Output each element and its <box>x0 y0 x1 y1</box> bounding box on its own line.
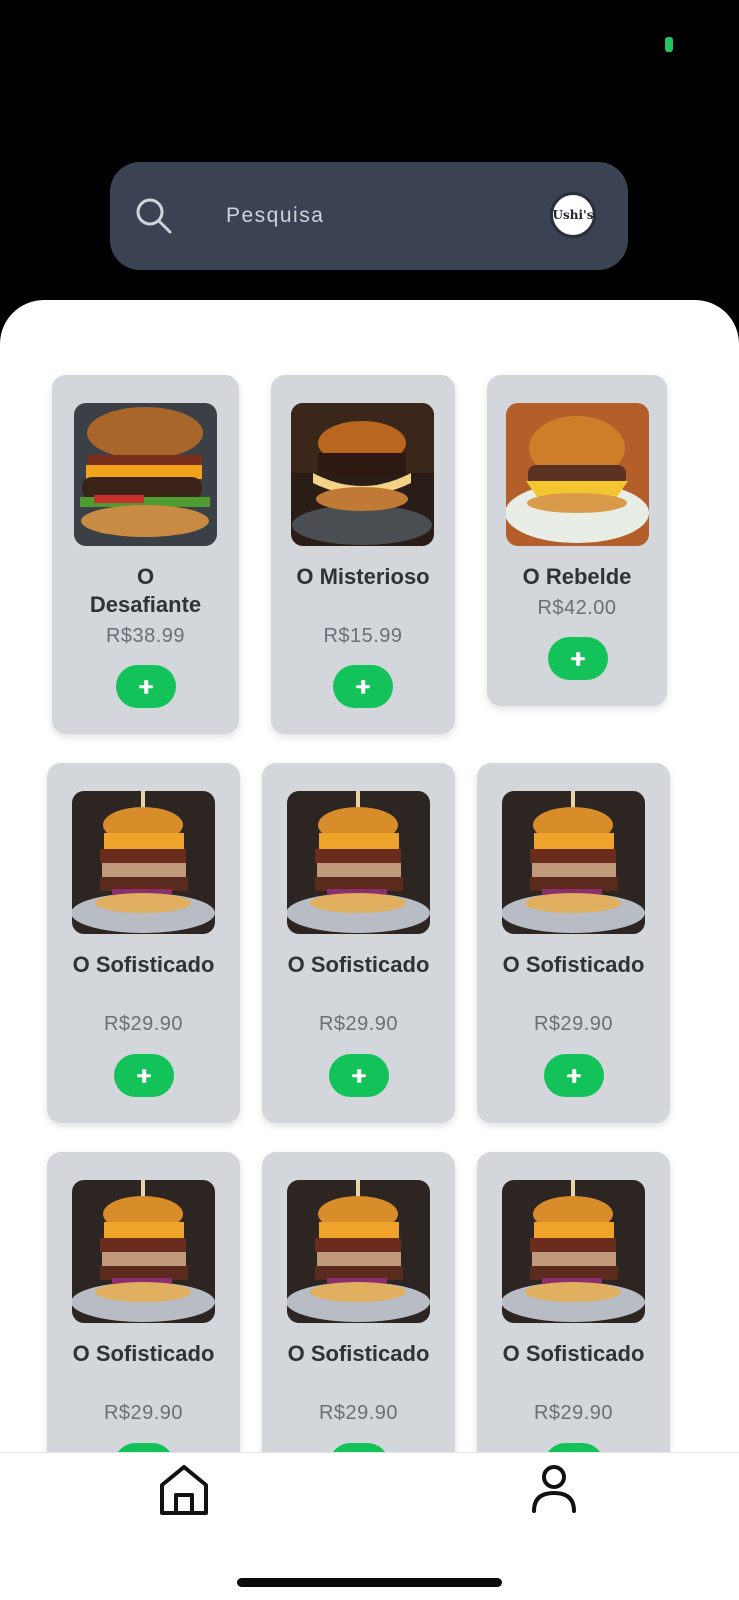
burger-image-icon <box>502 791 645 934</box>
product-image <box>502 791 645 934</box>
product-name: O Sofisticado <box>502 1341 645 1366</box>
search-bar[interactable]: Ushi's <box>110 162 628 270</box>
product-name: O Sofisticado <box>72 1341 215 1366</box>
brand-logo-text: Ushi's <box>552 208 594 222</box>
product-image <box>502 1180 645 1323</box>
product-grid-panel: O Desafiante R$38.99 O Misterioso R$15.9… <box>0 300 739 1600</box>
home-indicator <box>237 1578 502 1587</box>
product-card[interactable]: O Rebelde R$42.00 <box>487 375 667 706</box>
product-price: R$29.90 <box>318 1013 399 1035</box>
product-name: O Sofisticado <box>287 952 430 977</box>
add-to-cart-button[interactable] <box>548 637 608 680</box>
status-indicator <box>665 37 673 52</box>
add-to-cart-button[interactable] <box>116 665 176 708</box>
product-name: O Sofisticado <box>287 1341 430 1366</box>
burger-image-icon <box>287 1180 430 1323</box>
product-price: R$29.90 <box>103 1013 184 1035</box>
product-card[interactable]: O Misterioso R$15.99 <box>271 375 455 734</box>
product-price: R$42.00 <box>537 597 617 619</box>
product-price: R$29.90 <box>533 1013 614 1035</box>
burger-image-icon <box>74 403 217 546</box>
search-icon[interactable] <box>134 196 174 236</box>
product-name: O Rebelde <box>522 564 632 589</box>
product-price: R$15.99 <box>323 625 403 647</box>
product-card[interactable]: O Sofisticado R$29.90 <box>47 763 240 1123</box>
product-image <box>74 403 217 546</box>
product-image <box>72 791 215 934</box>
add-to-cart-button[interactable] <box>114 1054 174 1097</box>
bottom-navigation <box>0 1452 739 1600</box>
product-card[interactable]: O Desafiante R$38.99 <box>52 375 239 734</box>
product-price: R$29.90 <box>533 1402 614 1424</box>
product-price: R$29.90 <box>103 1402 184 1424</box>
burger-image-icon <box>72 791 215 934</box>
product-image <box>291 403 434 546</box>
add-to-cart-button[interactable] <box>333 665 393 708</box>
product-image <box>506 403 649 546</box>
burger-image-icon <box>291 403 434 546</box>
product-image <box>72 1180 215 1323</box>
add-to-cart-button[interactable] <box>544 1054 604 1097</box>
add-to-cart-button[interactable] <box>329 1054 389 1097</box>
burger-image-icon <box>506 403 649 546</box>
product-card[interactable]: O Sofisticado R$29.90 <box>262 763 455 1123</box>
product-name: O Misterioso <box>296 564 430 589</box>
product-name: O Sofisticado <box>72 952 215 977</box>
product-price: R$29.90 <box>318 1402 399 1424</box>
product-image <box>287 791 430 934</box>
search-input[interactable] <box>226 200 526 232</box>
product-name: O Sofisticado <box>502 952 645 977</box>
home-icon[interactable] <box>158 1463 210 1517</box>
brand-logo[interactable]: Ushi's <box>550 192 596 238</box>
profile-icon[interactable] <box>530 1463 578 1515</box>
burger-image-icon <box>72 1180 215 1323</box>
burger-image-icon <box>287 791 430 934</box>
product-name: O Desafiante <box>89 564 202 617</box>
product-image <box>287 1180 430 1323</box>
product-price: R$38.99 <box>105 625 186 647</box>
product-card[interactable]: O Sofisticado R$29.90 <box>477 763 670 1123</box>
burger-image-icon <box>502 1180 645 1323</box>
